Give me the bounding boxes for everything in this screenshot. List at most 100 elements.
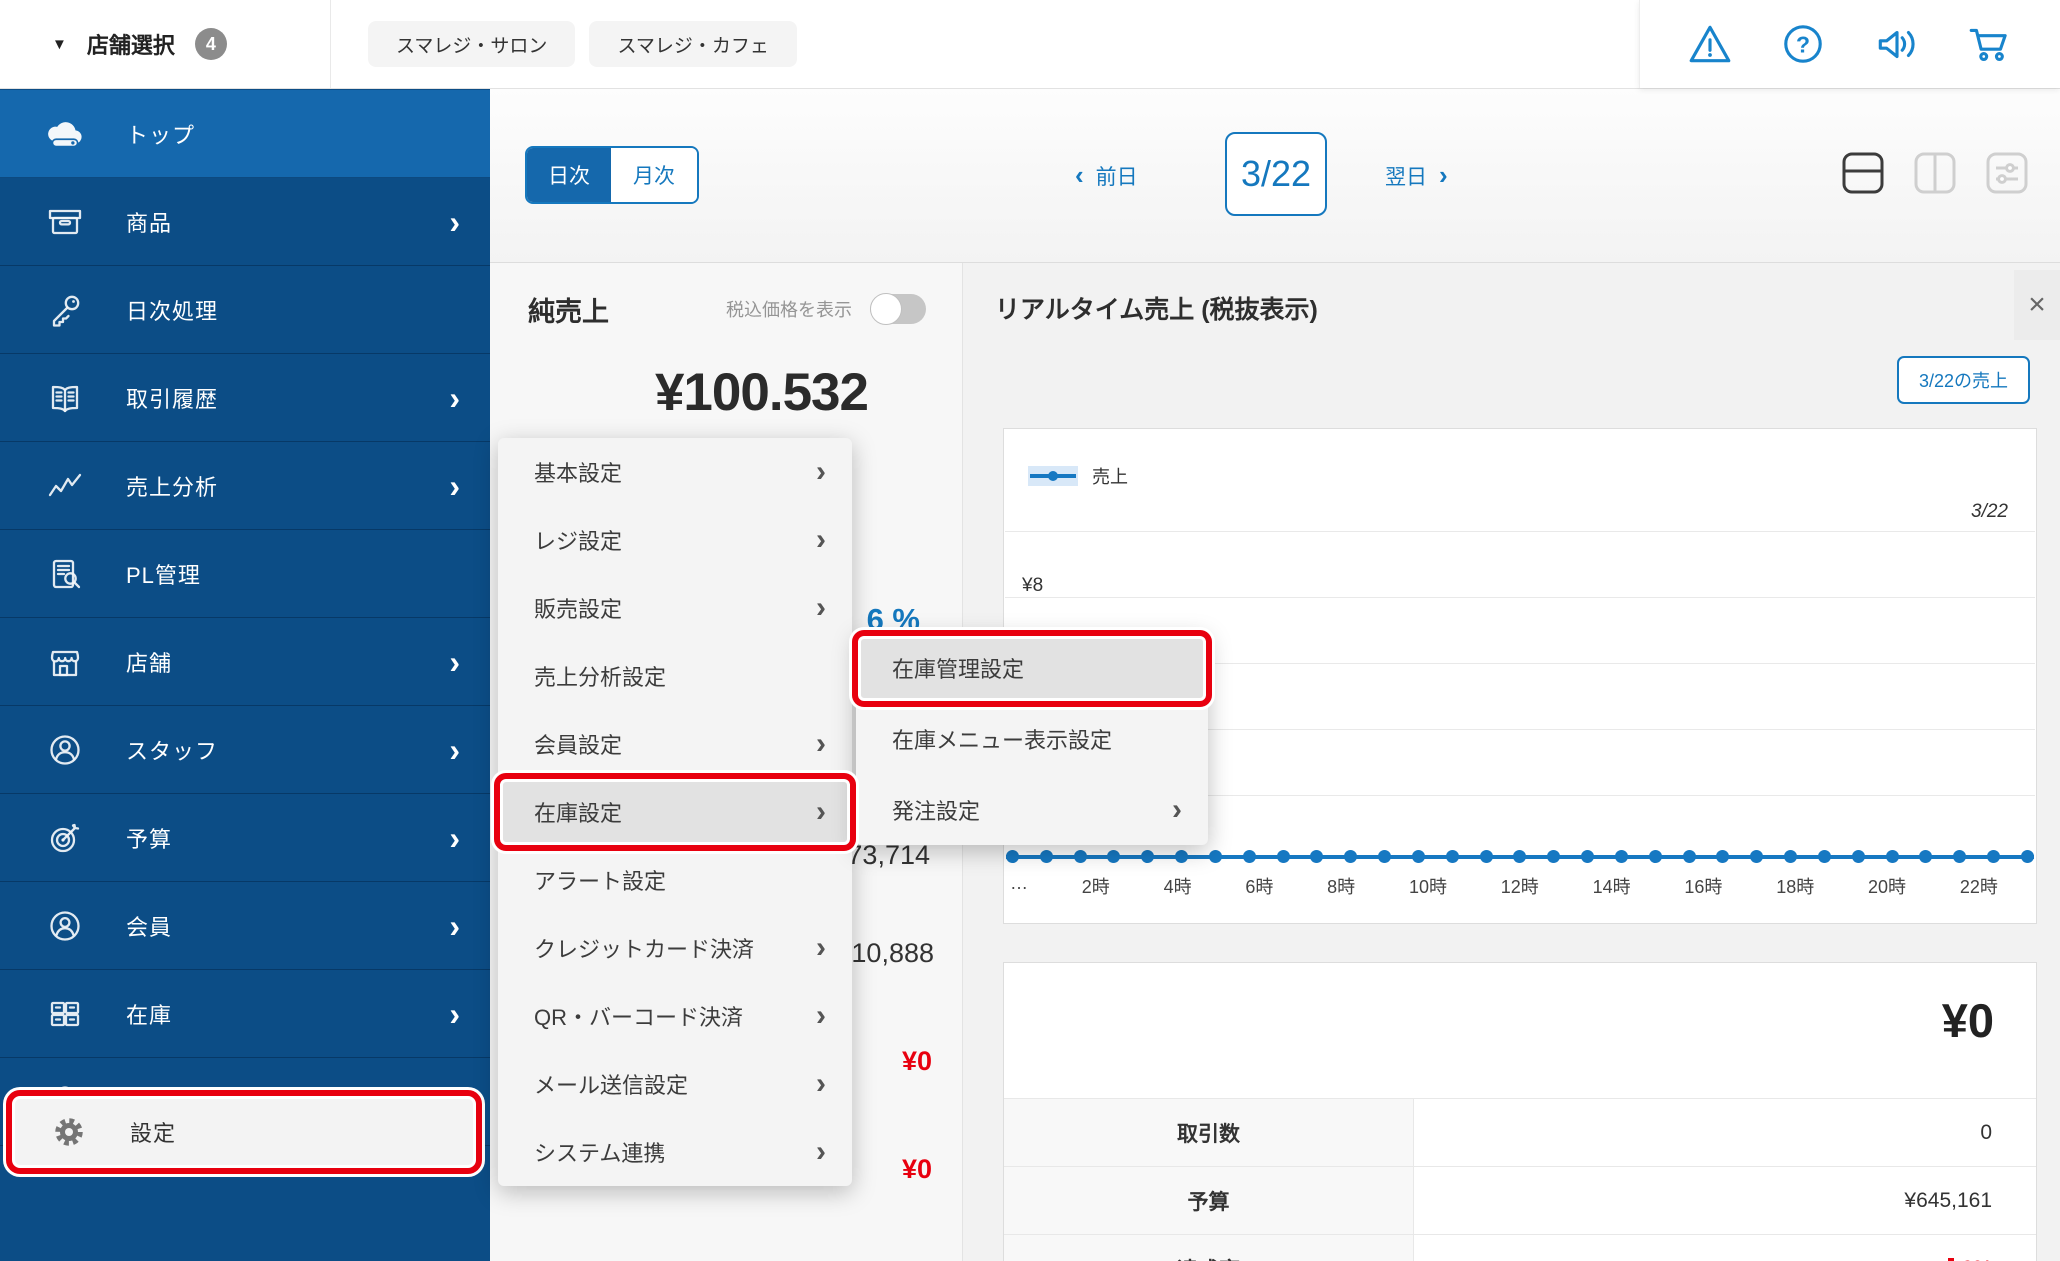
stock-icon xyxy=(44,993,86,1035)
menu-item-inventory-settings[interactable]: 在庫設定 › xyxy=(498,778,852,846)
chevron-right-icon: › xyxy=(449,203,460,240)
target-icon xyxy=(44,817,86,859)
chevron-right-icon: › xyxy=(449,467,460,504)
menu-item-alert-settings[interactable]: アラート設定 xyxy=(498,846,852,914)
sidebar-item-products[interactable]: 商品 › xyxy=(0,178,490,266)
x-axis-tick-label: 6時 xyxy=(1245,877,1274,897)
menu-item-label: 会員設定 xyxy=(534,733,623,758)
net-sales-fragment-4: ¥0 xyxy=(901,1154,932,1184)
net-sales-fragment-2: 10,888 xyxy=(851,938,934,968)
chevron-right-icon: › xyxy=(816,1067,826,1100)
gridline xyxy=(1005,531,2035,532)
menu-item-mail-send-settings[interactable]: メール送信設定 › xyxy=(498,1050,852,1118)
next-day-button[interactable]: 翌日 › xyxy=(1385,160,1448,191)
menu-item-qr-barcode-payment[interactable]: QR・バーコード決済 › xyxy=(498,982,852,1050)
tax-display-toggle[interactable] xyxy=(870,293,926,325)
store-tab-2[interactable]: スマレジ・カフェ xyxy=(589,21,797,67)
menu-item-label: アラート設定 xyxy=(534,869,667,894)
sidebar-item-label: 予算 xyxy=(126,826,173,852)
chevron-right-icon: › xyxy=(449,731,460,768)
submenu-item-label: 在庫メニュー表示設定 xyxy=(892,727,1113,753)
gridline xyxy=(1005,597,2035,598)
help-icon[interactable]: ? xyxy=(1779,20,1827,68)
data-point xyxy=(1513,850,1527,863)
next-day-label: 翌日 xyxy=(1385,165,1427,189)
sidebar-item-pl-management[interactable]: PL管理 xyxy=(0,530,490,618)
sidebar-item-staff[interactable]: スタッフ › xyxy=(0,706,490,794)
sidebar: トップ 商品 › 日次処理 取引履歴 › 売上分析 › PL管理 店舗 › スタッフ › 予算 › 会員 › 在庫… xyxy=(0,88,490,1261)
data-point xyxy=(1953,850,1967,863)
summary-row-達成率: 達成率 0% xyxy=(1004,1234,2036,1261)
sidebar-item-label: 会員 xyxy=(126,914,173,940)
announcement-icon[interactable] xyxy=(1873,20,1921,68)
data-point xyxy=(1851,850,1865,863)
menu-item-sales-analysis-settings[interactable]: 売上分析設定 xyxy=(498,642,852,710)
data-point xyxy=(1006,850,1019,863)
display-settings-icon[interactable] xyxy=(1984,150,2030,196)
sidebar-item-top[interactable]: トップ xyxy=(0,90,490,178)
submenu-item-label: 在庫管理設定 xyxy=(892,656,1025,682)
store-tab-1[interactable]: スマレジ・サロン xyxy=(368,21,576,67)
store-selector[interactable]: ▼ 店舗選択 4 xyxy=(52,0,227,88)
x-axis-tick-label: 12時 xyxy=(1500,877,1539,897)
chart-icon xyxy=(44,465,86,507)
tax-toggle-row: 税込価格を表示 xyxy=(726,293,926,325)
realtime-panel-title: リアルタイム売上 (税抜表示) xyxy=(995,296,1318,324)
menu-item-credit-card-payment[interactable]: クレジットカード決済 › xyxy=(498,914,852,982)
data-point xyxy=(1107,850,1121,863)
sidebar-item-settings[interactable]: 設定 xyxy=(6,1090,482,1174)
settings-menu: 基本設定 › レジ設定 › 販売設定 › 売上分析設定 会員設定 › 在庫設定 › アラート設定 クレジ… xyxy=(498,438,852,1186)
sidebar-item-inventory[interactable]: 在庫 › xyxy=(0,970,490,1058)
date-button[interactable]: 3/22 xyxy=(1225,132,1327,216)
tab-daily[interactable]: 日次 xyxy=(527,148,611,202)
summary-value-text: 0% xyxy=(1962,1257,1992,1261)
menu-item-basic-settings[interactable]: 基本設定 › xyxy=(498,438,852,506)
x-axis-tick-label: … xyxy=(1010,873,1028,893)
tab-monthly[interactable]: 月次 xyxy=(611,148,697,202)
menu-item-label: 販売設定 xyxy=(534,597,623,622)
cart-icon[interactable] xyxy=(1966,20,2014,68)
sidebar-item-label: スタッフ xyxy=(126,738,219,764)
close-icon[interactable]: × xyxy=(2014,270,2060,340)
menu-item-sales-settings[interactable]: 販売設定 › xyxy=(498,574,852,642)
sidebar-item-sales-analysis[interactable]: 売上分析 › xyxy=(0,442,490,530)
data-point xyxy=(1885,850,1899,863)
chevron-right-icon: › xyxy=(816,1135,826,1168)
summary-card: ¥0 取引数 0 予算 ¥645,161 達成率 0% xyxy=(1003,962,2037,1261)
split-horizontal-icon[interactable] xyxy=(1840,150,1886,196)
day-sales-button[interactable]: 3/22の売上 xyxy=(1896,356,2030,404)
sidebar-item-members[interactable]: 会員 › xyxy=(0,882,490,970)
sidebar-item-budget[interactable]: 予算 › xyxy=(0,794,490,882)
summary-row-取引数: 取引数 0 xyxy=(1004,1098,2036,1166)
legend-item-sales[interactable]: 売上 xyxy=(1028,463,1128,489)
data-point xyxy=(1039,850,1053,863)
sidebar-item-stores[interactable]: 店舗 › xyxy=(0,618,490,706)
prev-day-button[interactable]: ‹ 前日 xyxy=(1075,160,1138,191)
submenu-item-inventory-menu-display-settings[interactable]: 在庫メニュー表示設定 xyxy=(856,703,1208,774)
submenu-item-inventory-management-settings[interactable]: 在庫管理設定 xyxy=(856,632,1208,703)
data-point xyxy=(1682,850,1696,863)
submenu-item-order-settings[interactable]: 発注設定 › xyxy=(856,774,1208,845)
menu-item-register-settings[interactable]: レジ設定 › xyxy=(498,506,852,574)
menu-item-label: メール送信設定 xyxy=(534,1073,689,1098)
data-point xyxy=(1411,850,1425,863)
data-point xyxy=(1784,850,1798,863)
store-count-badge: 4 xyxy=(194,28,227,60)
sidebar-item-transaction-history[interactable]: 取引履歴 › xyxy=(0,354,490,442)
menu-item-label: QR・バーコード決済 xyxy=(534,1005,744,1030)
chevron-right-icon: › xyxy=(449,907,460,944)
menu-item-system-integration[interactable]: システム連携 › xyxy=(498,1118,852,1186)
sidebar-item-daily-closing[interactable]: 日次処理 xyxy=(0,266,490,354)
store-tabs: スマレジ・サロン スマレジ・カフェ xyxy=(368,0,797,88)
chevron-right-icon: › xyxy=(816,999,826,1032)
alert-icon[interactable] xyxy=(1686,20,1734,68)
sidebar-item-label: 日次処理 xyxy=(126,298,219,324)
menu-item-member-settings[interactable]: 会員設定 › xyxy=(498,710,852,778)
summary-row-label: 達成率 xyxy=(1004,1235,1414,1261)
data-point xyxy=(1242,850,1256,863)
data-point xyxy=(1817,850,1831,863)
split-vertical-icon[interactable] xyxy=(1912,150,1958,196)
shop-icon xyxy=(44,641,86,683)
x-axis-tick-label: 14時 xyxy=(1592,877,1631,897)
data-point xyxy=(1614,850,1628,863)
